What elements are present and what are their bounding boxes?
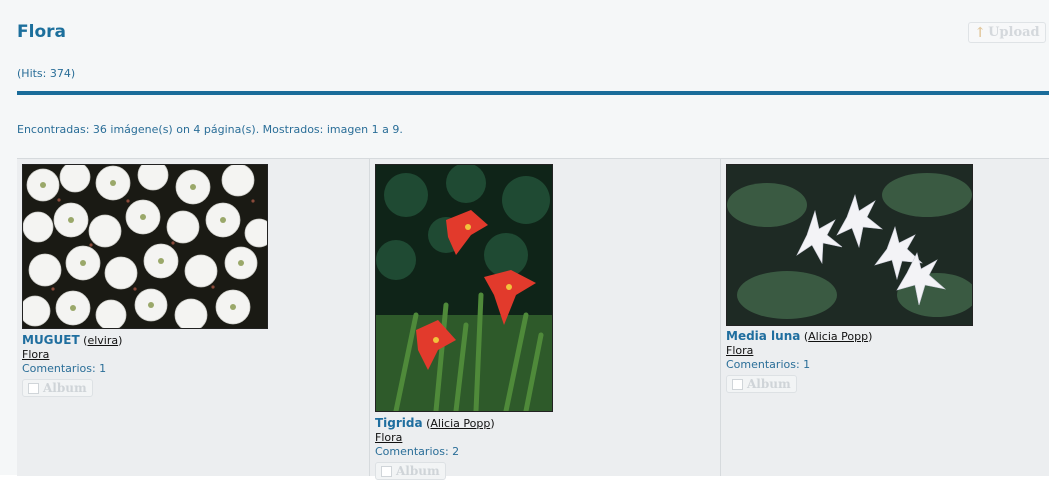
thumbnail-image-tigrida[interactable] bbox=[375, 164, 553, 412]
category-link[interactable]: Flora bbox=[726, 344, 872, 358]
thumbnail-cell: Media luna (Alicia Popp) Flora Comentari… bbox=[721, 159, 1049, 476]
thumbnail-image-media-luna[interactable] bbox=[726, 164, 973, 326]
thumbnail-caption: Tigrida (Alicia Popp) Flora Comentarios:… bbox=[375, 416, 495, 480]
album-button[interactable]: Album bbox=[726, 375, 797, 393]
white-flowers-image bbox=[23, 165, 267, 328]
album-label: Album bbox=[396, 464, 440, 478]
category-link[interactable]: Flora bbox=[22, 348, 122, 362]
thumbnail-image-muguet[interactable] bbox=[22, 164, 268, 329]
image-title-link[interactable]: Tigrida bbox=[375, 416, 423, 430]
results-summary: Encontradas: 36 imágene(s) on 4 página(s… bbox=[17, 123, 403, 136]
checkbox-icon bbox=[732, 378, 743, 390]
author-link[interactable]: Alicia Popp bbox=[808, 330, 868, 343]
thumbnail-caption: MUGUET (elvira) Flora Comentarios: 1 Alb… bbox=[22, 333, 123, 397]
gallery-page: Flora ↑ Upload (Hits: 374) Encontradas: … bbox=[0, 0, 1049, 480]
album-button[interactable]: Album bbox=[375, 462, 446, 480]
comments-count: Comentarios: 1 bbox=[726, 358, 811, 371]
upload-button[interactable]: ↑ Upload bbox=[968, 22, 1046, 43]
thumbnail-caption: Media luna (Alicia Popp) Flora Comentari… bbox=[726, 329, 873, 393]
red-flowers-image bbox=[376, 165, 552, 411]
thumbnail-grid: MUGUET (elvira) Flora Comentarios: 1 Alb… bbox=[17, 158, 1049, 480]
category-link[interactable]: Flora bbox=[375, 431, 495, 445]
image-title-link[interactable]: MUGUET bbox=[22, 333, 80, 347]
upload-arrow-icon: ↑ bbox=[974, 24, 987, 41]
author-link[interactable]: Alicia Popp bbox=[430, 417, 490, 430]
thumbnail-cell: Tigrida (Alicia Popp) Flora Comentarios:… bbox=[370, 159, 721, 480]
thumbnail-cell: MUGUET (elvira) Flora Comentarios: 1 Alb… bbox=[17, 159, 370, 476]
hits-counter: (Hits: 374) bbox=[17, 67, 76, 80]
album-label: Album bbox=[43, 381, 87, 395]
page-title: Flora bbox=[17, 22, 66, 42]
author-link[interactable]: elvira bbox=[87, 334, 118, 347]
comments-count: Comentarios: 2 bbox=[375, 445, 460, 458]
white-jasmine-image bbox=[727, 165, 972, 325]
header-divider bbox=[17, 91, 1049, 95]
comments-count: Comentarios: 1 bbox=[22, 362, 107, 375]
upload-label: Upload bbox=[988, 25, 1040, 40]
album-button[interactable]: Album bbox=[22, 379, 93, 397]
album-label: Album bbox=[747, 377, 791, 391]
image-title-link[interactable]: Media luna bbox=[726, 329, 800, 343]
checkbox-icon bbox=[28, 382, 39, 394]
